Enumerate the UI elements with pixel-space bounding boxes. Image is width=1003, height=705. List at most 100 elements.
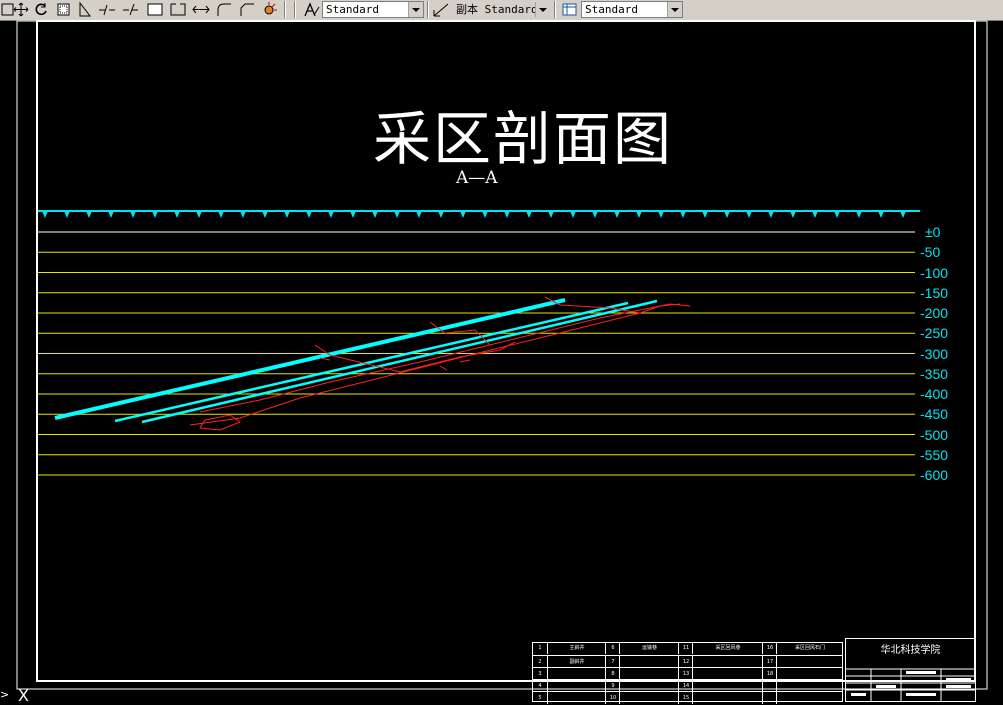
legend-row: 5 10 15	[533, 691, 842, 704]
pan-icon[interactable]	[12, 1, 30, 18]
legend-cell: 采区回风石门	[776, 642, 843, 654]
break-icon[interactable]	[98, 1, 116, 18]
ground-surface-symbols	[42, 211, 906, 218]
explode-icon[interactable]	[260, 1, 278, 18]
ground-symbol	[416, 211, 422, 218]
elevation-label: -150	[920, 284, 949, 301]
text-style-select[interactable]: Standard	[322, 1, 424, 18]
roadway-lower	[189, 312, 641, 426]
toolbar-separator	[294, 1, 296, 18]
chevron-down-icon[interactable]	[408, 2, 423, 17]
ground-symbol	[504, 211, 510, 218]
elevation-label: -250	[920, 325, 949, 342]
rectangle-open-icon[interactable]	[169, 1, 187, 18]
ground-symbol	[548, 211, 554, 218]
ground-symbol	[196, 211, 202, 218]
ground-symbol	[658, 211, 664, 218]
ground-symbol	[724, 211, 730, 218]
ground-symbol	[350, 211, 356, 218]
ground-symbol	[372, 211, 378, 218]
ground-symbol	[284, 211, 290, 218]
rectangle-icon[interactable]	[146, 1, 164, 18]
toolbar-separator	[554, 1, 556, 18]
section-label: A—A	[456, 168, 498, 188]
coal-seam-1	[54, 298, 566, 420]
legend-cell: 11	[678, 642, 693, 654]
elevation-label: -400	[920, 386, 949, 402]
elevation-label: -450	[920, 406, 949, 423]
elevation-label: -100	[920, 264, 949, 281]
ground-symbol	[328, 211, 334, 218]
ground-symbol	[482, 211, 488, 218]
ground-symbol	[152, 211, 158, 218]
legend-cell: 5	[538, 695, 542, 701]
elevation-label: -50	[920, 244, 941, 261]
table-style-select[interactable]: Standard	[581, 1, 683, 18]
school-name: 华北科技学院	[880, 645, 941, 656]
zoom-window-icon[interactable]	[55, 1, 73, 18]
dim-style-select[interactable]: 副本 Standard	[452, 1, 551, 18]
coal-seam-2	[114, 301, 629, 423]
dimension-icon[interactable]	[76, 1, 94, 18]
ground-symbol	[218, 211, 224, 218]
ground-symbol	[790, 211, 796, 218]
elevation-label: -500	[920, 426, 949, 443]
ground-symbol	[680, 211, 686, 218]
text-style-icon[interactable]	[302, 1, 320, 18]
drawing-title: 采区剖面图	[373, 105, 674, 173]
chamfer-icon[interactable]	[238, 1, 256, 18]
ground-symbol	[570, 211, 576, 218]
dim-style-icon[interactable]	[432, 1, 450, 18]
ground-symbol	[834, 211, 840, 218]
ground-symbol	[64, 211, 70, 218]
chevron-down-icon[interactable]	[535, 2, 550, 17]
regen-icon[interactable]	[32, 1, 50, 18]
toolbar-separator	[427, 1, 429, 18]
ground-symbol	[86, 211, 92, 218]
roadway-network	[189, 296, 691, 431]
legend-cell: 15	[678, 692, 693, 704]
elevation-label: -300	[920, 345, 949, 362]
drawing-canvas[interactable]: 采区剖面图 A—A ±0 -50 -100 -150 -200 -250 -300 -350 -…	[0, 20, 1003, 705]
toolbar-separator	[284, 1, 286, 18]
ground-symbol	[768, 211, 774, 218]
ground-symbol	[900, 211, 906, 218]
ground-symbol	[306, 211, 312, 218]
table-style-icon[interactable]	[561, 1, 579, 18]
extend-icon[interactable]	[122, 1, 140, 18]
legend-cell	[692, 692, 763, 704]
chevron-down-icon[interactable]	[667, 2, 682, 17]
legend-cell: 运输巷	[619, 642, 679, 654]
ground-symbol	[240, 211, 246, 218]
elevation-label: -200	[920, 305, 949, 321]
command-x-label: X	[18, 686, 29, 705]
title-block: 华北科技学院	[845, 638, 976, 702]
legend-cell: 16	[762, 642, 777, 654]
ground-symbol	[438, 211, 444, 218]
elevation-label: ±0	[925, 224, 941, 240]
table-style-value: Standard	[585, 3, 638, 16]
ground-symbol	[526, 211, 532, 218]
elevation-label: -550	[920, 446, 949, 463]
legend-table: 1 主斜井 6 运输巷 11 采区回风巷 16 采区回风石门 2 副斜井 7 12 17 3 8 13 18 4 9…	[532, 642, 843, 704]
legend-cell: 6	[605, 642, 620, 654]
text-style-value: Standard	[326, 3, 379, 16]
ground-symbol	[262, 211, 268, 218]
ground-symbol	[592, 211, 598, 218]
ground-symbol	[636, 211, 642, 218]
legend-cell	[776, 692, 843, 704]
elevation-label: -600	[920, 467, 949, 483]
title-block-grid	[846, 668, 975, 702]
ground-symbol	[108, 211, 114, 218]
legend-cell: 采区回风巷	[692, 642, 763, 654]
dim-style-value: 副本 Standard	[456, 3, 538, 16]
legend-cell: 10	[605, 692, 620, 704]
legend-cell: 1	[538, 645, 542, 651]
ground-symbol	[394, 211, 400, 218]
toolbar: Standard 副本 Standard Standard	[0, 0, 1003, 21]
coal-seam-3	[141, 299, 658, 424]
stretch-icon[interactable]	[192, 1, 210, 18]
ground-symbol	[812, 211, 818, 218]
ground-symbol	[746, 211, 752, 218]
fillet-icon[interactable]	[215, 1, 233, 18]
